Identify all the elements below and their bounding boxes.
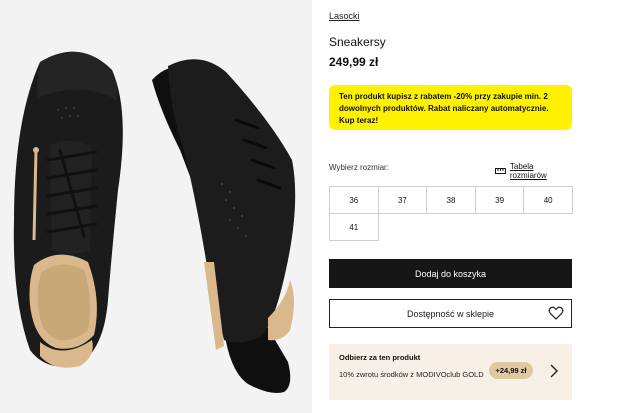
ruler-icon [495, 168, 506, 174]
heart-icon[interactable] [548, 305, 564, 321]
product-image[interactable] [0, 0, 312, 413]
club-cashback-box[interactable]: Odbierz za ten produkt 10% zwrotu środkó… [329, 344, 572, 400]
cashback-badge: +24,99 zł [489, 362, 533, 379]
shoe-side-view [152, 59, 296, 393]
size-table-label: Tabela rozmiarów [509, 162, 547, 180]
club-description: 10% zwrotu środków z MODIVOclub GOLD [339, 370, 484, 379]
promo-banner[interactable]: Ten produkt kupisz z rabatem -20% przy z… [329, 85, 572, 130]
size-option[interactable]: 40 [523, 186, 573, 214]
add-to-cart-button[interactable]: Dodaj do koszyka [329, 259, 572, 288]
size-table-link[interactable]: Tabela rozmiarów [495, 162, 572, 180]
store-availability-button[interactable]: Dostępność w sklepie [329, 299, 572, 328]
club-title: Odbierz za ten produkt [339, 353, 421, 362]
product-price: 249,99 zł [329, 55, 379, 69]
size-option[interactable]: 36 [329, 186, 379, 214]
brand-link[interactable]: Lasocki [329, 11, 360, 21]
size-label: Wybierz rozmiar: [329, 163, 389, 172]
shoe-top-view [13, 51, 123, 368]
size-option[interactable]: 38 [426, 186, 476, 214]
size-grid: 36 37 38 39 40 41 [329, 186, 573, 241]
size-option[interactable]: 41 [329, 213, 379, 241]
chevron-right-icon[interactable] [549, 363, 559, 379]
product-title: Sneakersy [329, 35, 386, 49]
size-option[interactable]: 37 [377, 186, 428, 214]
size-option[interactable]: 39 [474, 186, 525, 214]
